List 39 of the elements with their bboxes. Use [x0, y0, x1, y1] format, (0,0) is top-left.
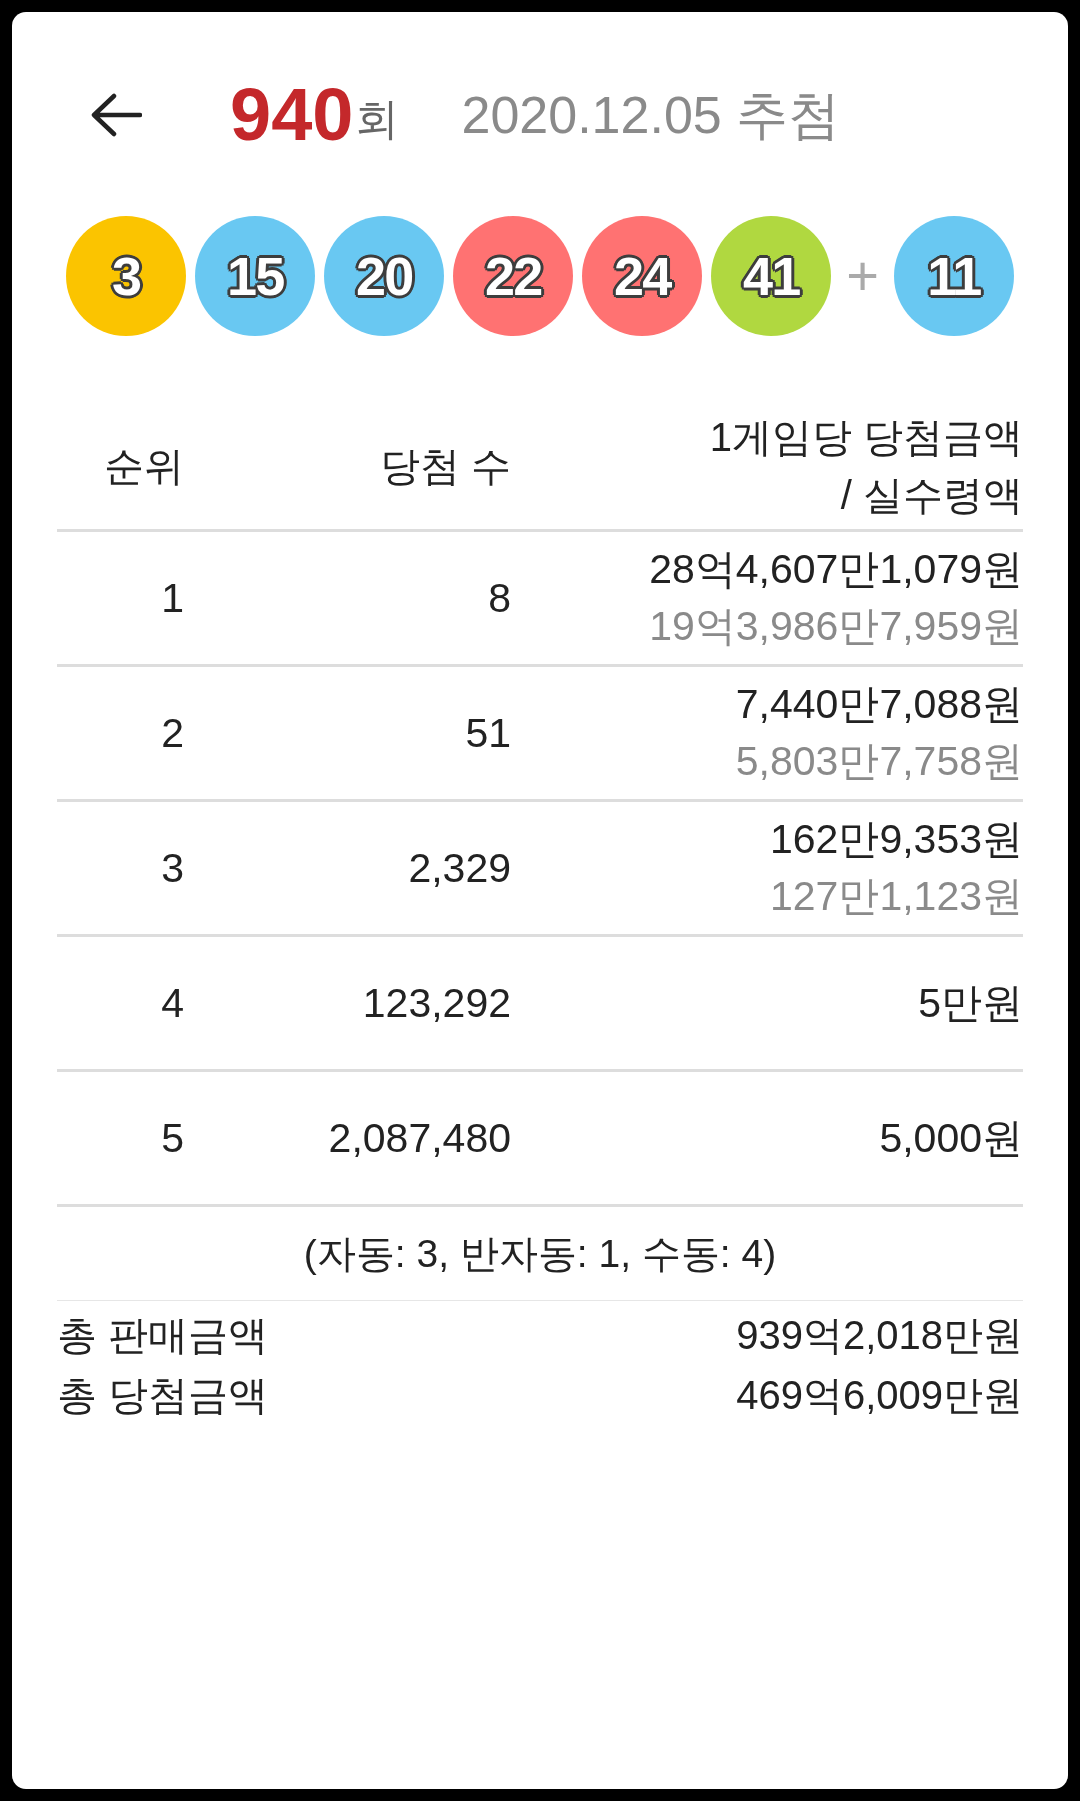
draw-date: 2020.12.05 추첨	[461, 89, 841, 141]
winners-cell-text: 51	[465, 708, 511, 758]
draw-suffix: 회	[355, 97, 400, 141]
total-amount: 469억6,009만원	[736, 1372, 1023, 1419]
rank-cell-text: 1	[161, 573, 184, 623]
prize-amount: 28억4,607만1,079원	[649, 545, 1023, 594]
number-ball: 22	[453, 216, 574, 336]
number-ball: 3	[66, 216, 187, 336]
winners-cell-text: 2,087,480	[328, 1113, 511, 1163]
column-header: 1게임당 당첨금액 / 실수령액	[709, 414, 1023, 519]
number-ball: 24	[582, 216, 703, 336]
number-ball: 15	[195, 216, 316, 336]
rank-cell-text: 3	[161, 843, 184, 893]
after-tax-amount: 19억3,986만7,959원	[649, 602, 1023, 651]
after-tax-amount: 127만1,123원	[770, 872, 1023, 921]
prize-amount: 5만원	[918, 978, 1023, 1028]
winners-cell-text: 8	[488, 573, 511, 623]
prize-amount: 7,440만7,088원	[735, 680, 1023, 729]
selection-note: (자동: 3, 반자동: 1, 수동: 4)	[303, 1230, 777, 1277]
number-ball: 41	[711, 216, 832, 336]
prize-amount: 162만9,353원	[770, 815, 1023, 864]
winners-cell-text: 123,292	[362, 978, 511, 1028]
column-header: 당첨 수	[379, 443, 511, 490]
total-label: 총 판매금액	[57, 1312, 269, 1359]
total-label: 총 당첨금액	[57, 1372, 269, 1419]
draw-number: 940	[230, 78, 354, 152]
winners-cell-text: 2,329	[408, 843, 511, 893]
total-amount: 939억2,018만원	[736, 1312, 1023, 1359]
after-tax-amount: 5,803만7,758원	[735, 737, 1023, 786]
back-arrow-icon	[90, 93, 142, 137]
prize-amount: 5,000원	[879, 1113, 1023, 1163]
plus-sign: +	[846, 248, 879, 304]
back-button[interactable]	[90, 93, 142, 137]
rank-cell-text: 4	[161, 978, 184, 1028]
rank-cell-text: 5	[161, 1113, 184, 1163]
number-ball: 20	[324, 216, 445, 336]
rank-cell-text: 2	[161, 708, 184, 758]
number-ball: 11	[893, 216, 1014, 336]
column-header: 순위	[104, 443, 184, 490]
